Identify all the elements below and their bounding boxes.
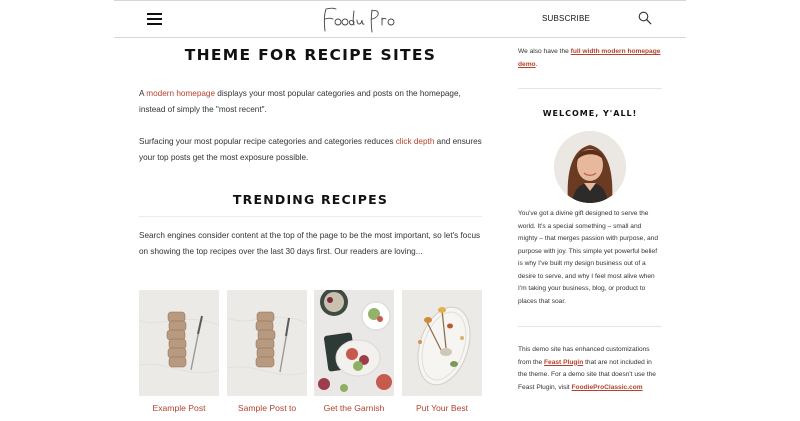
- foodie-pro-classic-link[interactable]: FoodieProClassic.com: [572, 384, 643, 391]
- bio-paragraph: You've got a divine gift designed to ser…: [518, 210, 659, 305]
- recipe-thumbnail[interactable]: [227, 290, 307, 396]
- recipe-grid: Example Post Sample Post to Get the Garn…: [139, 290, 482, 420]
- site-header: SUBSCRIBE: [114, 0, 686, 38]
- click-depth-link[interactable]: click depth: [396, 137, 435, 146]
- intro-paragraph: A modern homepage displays your most pop…: [139, 86, 482, 118]
- welcome-title: WELCOME, Y'ALL!: [542, 109, 638, 118]
- recipe-thumbnail[interactable]: [314, 290, 394, 396]
- sidebar-intro-end: .: [535, 60, 538, 68]
- modern-homepage-link[interactable]: modern homepage: [146, 89, 215, 98]
- sidebar-intro-text: We also have the: [518, 48, 571, 55]
- recipe-title[interactable]: Sample Post to: [227, 403, 307, 413]
- recipe-card[interactable]: Get the Garnish: [314, 290, 394, 413]
- sidebar-divider: [518, 88, 662, 89]
- recipe-title[interactable]: Put Your Best: [402, 403, 482, 413]
- main-content: THEME FOR RECIPE SITES A modern homepage…: [139, 46, 482, 413]
- recipe-title[interactable]: Example Post: [139, 403, 219, 413]
- click-depth-text: Surfacing your most popular recipe categ…: [139, 137, 396, 146]
- sidebar-divider: [518, 326, 662, 327]
- page-title: THEME FOR RECIPE SITES: [184, 46, 437, 64]
- search-icon[interactable]: [638, 11, 652, 25]
- recipe-thumbnail[interactable]: [139, 290, 219, 396]
- trending-paragraph: Search engines consider content at the t…: [139, 231, 481, 256]
- recipe-thumbnail[interactable]: [402, 290, 482, 396]
- divider: [139, 216, 482, 217]
- subscribe-link[interactable]: SUBSCRIBE: [542, 14, 590, 23]
- recipe-title[interactable]: Get the Garnish: [314, 403, 394, 413]
- recipe-card[interactable]: Example Post: [139, 290, 219, 413]
- section-title: TRENDING RECIPES: [232, 192, 389, 207]
- site-logo[interactable]: [320, 5, 400, 35]
- sidebar-intro: We also have the full width modern homep…: [518, 46, 662, 71]
- demo-note: This demo site has enhanced customizatio…: [518, 344, 662, 394]
- recipe-card[interactable]: Put Your Best: [402, 290, 482, 413]
- feast-plugin-link[interactable]: Feast Plugin: [544, 359, 583, 366]
- avatar: [554, 131, 626, 203]
- hamburger-menu-icon[interactable]: [147, 13, 162, 25]
- recipe-card[interactable]: Sample Post to: [227, 290, 307, 413]
- click-depth-paragraph: Surfacing your most popular recipe categ…: [139, 134, 482, 166]
